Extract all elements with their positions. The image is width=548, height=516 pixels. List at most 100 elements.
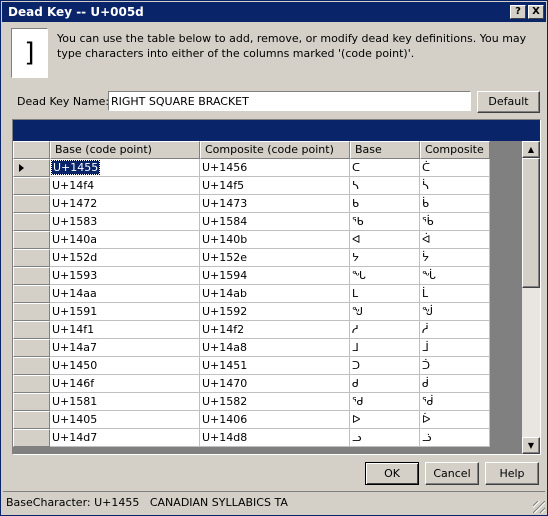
base-code-point-cell[interactable]: U+1472 [50, 195, 200, 213]
composite-char-cell[interactable]: ᑖ [420, 159, 490, 177]
column-header-base-code-point[interactable]: Base (code point) [50, 141, 200, 159]
row-header[interactable] [13, 393, 50, 411]
base-char-cell[interactable]: ᑲ [350, 195, 420, 213]
base-code-point-cell[interactable]: U+1583 [50, 213, 200, 231]
dead-key-name-input[interactable]: RIGHT SQUARE BRACKET [108, 91, 471, 111]
title-bar[interactable]: Dead Key -- U+005d ? X [2, 2, 546, 22]
composite-char-cell[interactable]: ᐋ [420, 231, 490, 249]
base-char-cell[interactable]: ᔭ [350, 249, 420, 267]
scroll-down-button[interactable]: ▼ [522, 437, 540, 454]
table-row[interactable]: U+146f U+1470 ᑯ ᑰ [13, 375, 490, 393]
base-code-point-cell[interactable]: U+14f1 [50, 321, 200, 339]
base-code-point-cell[interactable]: U+14a7 [50, 339, 200, 357]
row-header[interactable] [13, 357, 50, 375]
row-header[interactable] [13, 375, 50, 393]
composite-char-cell[interactable]: ᐆ [420, 411, 490, 429]
table-row[interactable]: U+1583 U+1584 ᖃ ᖄ [13, 213, 490, 231]
base-char-cell[interactable]: ᒧ [350, 339, 420, 357]
base-char-cell[interactable]: ᖑ [350, 303, 420, 321]
composite-code-point-cell[interactable]: U+1582 [200, 393, 350, 411]
composite-char-cell[interactable]: ᖔ [420, 267, 490, 285]
table-row[interactable]: U+1591 U+1592 ᖑ ᖒ [13, 303, 490, 321]
table-row[interactable]: U+140a U+140b ᐊ ᐋ [13, 231, 490, 249]
composite-code-point-cell[interactable]: U+1592 [200, 303, 350, 321]
composite-code-point-cell[interactable]: U+14d8 [200, 429, 350, 447]
scroll-up-button[interactable]: ▲ [522, 141, 540, 158]
composite-code-point-cell[interactable]: U+14a8 [200, 339, 350, 357]
column-header-base[interactable]: Base [350, 141, 420, 159]
table-row[interactable]: U+14f4 U+14f5 ᓴ ᓵ [13, 177, 490, 195]
row-header[interactable] [13, 231, 50, 249]
composite-char-cell[interactable]: ᓘ [420, 429, 490, 447]
row-header[interactable] [13, 429, 50, 447]
base-code-point-cell[interactable]: U+140a [50, 231, 200, 249]
table-row[interactable]: U+14aa U+14ab ᒪ ᒫ [13, 285, 490, 303]
base-char-cell[interactable]: ᐊ [350, 231, 420, 249]
table-row[interactable]: U+1455 U+1456 ᑕ ᑖ [13, 159, 490, 177]
table-row[interactable]: U+1472 U+1473 ᑲ ᑳ [13, 195, 490, 213]
composite-code-point-cell[interactable]: U+1406 [200, 411, 350, 429]
row-header[interactable] [13, 159, 50, 177]
vertical-scrollbar[interactable]: ▲ ▼ [522, 141, 540, 454]
title-help-button[interactable]: ? [510, 5, 526, 19]
ok-button[interactable]: OK [365, 462, 419, 485]
composite-char-cell[interactable]: ᑳ [420, 195, 490, 213]
title-close-button[interactable]: X [528, 5, 544, 19]
base-code-point-cell[interactable]: U+1593 [50, 267, 200, 285]
row-header[interactable] [13, 411, 50, 429]
table-row[interactable]: U+1405 U+1406 ᐅ ᐆ [13, 411, 490, 429]
composite-code-point-cell[interactable]: U+14f2 [200, 321, 350, 339]
composite-code-point-cell[interactable]: U+14f5 [200, 177, 350, 195]
row-header[interactable] [13, 195, 50, 213]
row-header[interactable] [13, 321, 50, 339]
composite-char-cell[interactable]: ᖂ [420, 393, 490, 411]
composite-code-point-cell[interactable]: U+140b [200, 231, 350, 249]
composite-code-point-cell[interactable]: U+1594 [200, 267, 350, 285]
base-char-cell[interactable]: ᖓ [350, 267, 420, 285]
composite-char-cell[interactable]: ᓵ [420, 177, 490, 195]
composite-code-point-cell[interactable]: U+152e [200, 249, 350, 267]
table-row[interactable]: U+14f1 U+14f2 ᓱ ᓲ [13, 321, 490, 339]
base-char-cell[interactable]: ᖃ [350, 213, 420, 231]
base-char-cell[interactable]: ᑕ [350, 159, 420, 177]
base-char-cell[interactable]: ᓗ [350, 429, 420, 447]
base-code-point-cell[interactable]: U+1455 [50, 159, 200, 177]
composite-code-point-cell[interactable]: U+1584 [200, 213, 350, 231]
composite-char-cell[interactable]: ᔮ [420, 249, 490, 267]
base-code-point-cell[interactable]: U+146f [50, 375, 200, 393]
base-char-cell[interactable]: ᑐ [350, 357, 420, 375]
dead-key-table[interactable]: Base (code point) Composite (code point)… [12, 119, 541, 455]
base-code-point-cell[interactable]: U+14f4 [50, 177, 200, 195]
help-button[interactable]: Help [485, 462, 539, 485]
base-code-point-cell[interactable]: U+1450 [50, 357, 200, 375]
base-code-point-cell[interactable]: U+152d [50, 249, 200, 267]
table-row[interactable]: U+1581 U+1582 ᖁ ᖂ [13, 393, 490, 411]
base-code-point-cell[interactable]: U+1581 [50, 393, 200, 411]
base-char-cell[interactable]: ᓱ [350, 321, 420, 339]
composite-char-cell[interactable]: ᒨ [420, 339, 490, 357]
base-char-cell[interactable]: ᒪ [350, 285, 420, 303]
base-code-point-cell[interactable]: U+1405 [50, 411, 200, 429]
column-header-composite[interactable]: Composite [420, 141, 490, 159]
base-code-point-cell[interactable]: U+1591 [50, 303, 200, 321]
base-code-point-cell[interactable]: U+14d7 [50, 429, 200, 447]
base-char-cell[interactable]: ᓴ [350, 177, 420, 195]
composite-code-point-cell[interactable]: U+1451 [200, 357, 350, 375]
column-header-composite-code-point[interactable]: Composite (code point) [200, 141, 350, 159]
default-button[interactable]: Default [477, 91, 540, 113]
composite-char-cell[interactable]: ᒫ [420, 285, 490, 303]
composite-char-cell[interactable]: ᑰ [420, 375, 490, 393]
scroll-thumb[interactable] [522, 158, 540, 288]
composite-char-cell[interactable]: ᓲ [420, 321, 490, 339]
base-char-cell[interactable]: ᖁ [350, 393, 420, 411]
composite-code-point-cell[interactable]: U+1470 [200, 375, 350, 393]
composite-code-point-cell[interactable]: U+1473 [200, 195, 350, 213]
row-header[interactable] [13, 303, 50, 321]
composite-code-point-cell[interactable]: U+1456 [200, 159, 350, 177]
cancel-button[interactable]: Cancel [425, 462, 479, 485]
row-header[interactable] [13, 249, 50, 267]
table-row[interactable]: U+14d7 U+14d8 ᓗ ᓘ [13, 429, 490, 447]
base-code-point-cell[interactable]: U+14aa [50, 285, 200, 303]
composite-char-cell[interactable]: ᖒ [420, 303, 490, 321]
composite-code-point-cell[interactable]: U+14ab [200, 285, 350, 303]
